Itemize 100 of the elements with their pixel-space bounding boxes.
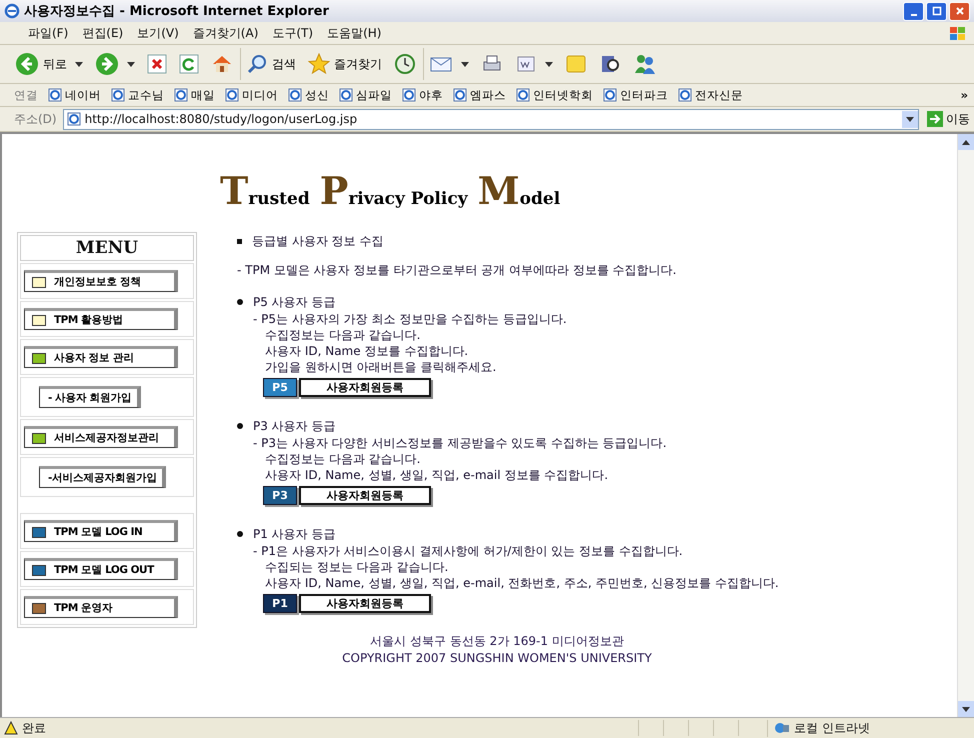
menu-button[interactable]: - 사용자 회원가입 (39, 386, 141, 408)
grade-title: P1 사용자 등급 (253, 526, 336, 542)
link-button[interactable]: 성신 (288, 88, 329, 102)
link-button[interactable]: 미디어 (225, 88, 278, 102)
description-text: 수집정보는 다음과 같습니다. (264, 451, 422, 467)
page-icon (678, 88, 692, 102)
intro-text: - TPM 모델은 사용자 정보를 타기관으로부터 공개 여부에따라 정보를 수집합니다. (237, 262, 678, 279)
status-text: 완료 (22, 720, 46, 736)
close-icon (954, 6, 964, 16)
menu-button[interactable]: 개인정보보호 정책 (24, 270, 178, 292)
caret-icon (127, 62, 135, 66)
grade-badge: P5 (263, 378, 297, 397)
search-icon (246, 53, 268, 75)
windows-logo-icon (948, 25, 968, 41)
favorites-button[interactable]: 즐겨찾기 (303, 48, 387, 80)
security-zone: 로컬 인트라넷 (794, 720, 870, 736)
page-icon (225, 88, 239, 102)
down-arrow-icon[interactable] (962, 706, 970, 712)
description-text: 수집정보는 다음과 같습니다. (264, 327, 422, 343)
page-icon (288, 88, 302, 102)
description-text: - P1은 사용자가 서비스이용시 결제사항에 허가/제한이 있는 정보를 수집합니다. (253, 543, 684, 559)
menu-button[interactable]: TPM 활용방법 (24, 308, 178, 330)
link-button[interactable]: 인터파크 (603, 88, 668, 102)
grade-title: P3 사용자 등급 (253, 418, 336, 434)
page-icon (48, 88, 62, 102)
menu-title: MENU (20, 235, 194, 261)
link-button[interactable]: 매일 (174, 88, 215, 102)
house-icon (211, 53, 233, 75)
menu-button[interactable]: 서비스제공자정보관리 (24, 426, 178, 448)
grade-badge: P1 (263, 594, 297, 613)
bullet-icon (237, 423, 243, 429)
menu-item[interactable]: 도움말(H) (327, 24, 382, 42)
menu-button[interactable]: -서비스제공자회원가입 (39, 466, 166, 488)
description-text: 수집되는 정보는 다음과 같습니다. (264, 559, 450, 575)
search-button[interactable]: 검색 (240, 48, 301, 80)
menu-item[interactable]: 편집(E) (82, 24, 124, 42)
footer-address: 서울시 성북구 동선동 2가 169-1 미디어정보관 (369, 633, 625, 650)
grade-badge: P3 (263, 486, 297, 505)
star-icon (308, 53, 330, 75)
clock-icon (394, 53, 416, 75)
bullet-icon (237, 299, 243, 305)
grade-title: P5 사용자 등급 (253, 294, 336, 310)
caret-icon (545, 62, 553, 66)
link-button[interactable]: 교수님 (111, 88, 164, 102)
copyright-text: COPYRIGHT 2007 SUNGSHIN WOMEN'S UNIVERSITY (341, 650, 653, 667)
maximize-icon (932, 6, 942, 16)
caret-icon (461, 62, 469, 66)
page-icon (603, 88, 617, 102)
section-heading: 등급별 사용자 정보 수집 (252, 232, 384, 250)
minimize-button[interactable] (903, 2, 924, 20)
menu-button[interactable]: TPM 모델 LOG OUT (24, 558, 178, 580)
more-links-button[interactable]: » (960, 88, 968, 102)
register-button[interactable]: 사용자회원등록 (299, 486, 431, 505)
link-button[interactable]: 심파일 (339, 88, 392, 102)
menu-button[interactable]: TPM 운영자 (24, 596, 178, 618)
right-arrow-icon (927, 111, 943, 127)
page-icon (66, 112, 81, 126)
description-text: 사용자 ID, Name, 성별, 생일, 직업, e-mail, 전화번호, 주소, 주민번호, 신용정보를 수집합니다. (264, 575, 779, 591)
maximize-button[interactable] (926, 2, 947, 20)
menu-item[interactable]: 즐겨찾기(A) (192, 24, 258, 42)
page-icon (516, 88, 530, 102)
description-text: - P3는 사용자 다양한 서비스정보를 제공받을수 있도록 수집하는 등급입니다. (253, 435, 668, 451)
register-button[interactable]: 사용자회원등록 (299, 378, 431, 397)
dropdown-button[interactable] (902, 110, 918, 128)
scrollbar[interactable] (957, 134, 974, 717)
description-text: 가입을 원하시면 아래버튼을 클릭해주세요. (264, 359, 498, 375)
note-icon (565, 53, 587, 75)
up-arrow-icon[interactable] (962, 140, 970, 144)
browser-icon (4, 3, 20, 19)
page-icon (453, 88, 467, 102)
address-field[interactable]: http://localhost:8080/study/logon/userLog.jsp (62, 108, 919, 130)
page-icon (402, 88, 416, 102)
links-label: 연결 (14, 88, 38, 102)
page-icon (339, 88, 353, 102)
bullet-icon (237, 531, 243, 537)
page-logo: Trusted Privacy Policy Model (220, 172, 560, 210)
minimize-icon (910, 14, 916, 16)
address-label: 주소(D) (14, 110, 57, 128)
link-button[interactable]: 야후 (402, 88, 443, 102)
menu-item[interactable]: 도구(T) (272, 24, 314, 42)
caret-icon (75, 62, 83, 66)
network-icon (774, 721, 790, 735)
caret-icon (906, 116, 914, 122)
close-button[interactable] (949, 2, 970, 20)
menu-item[interactable]: 파일(F) (28, 24, 68, 42)
link-button[interactable]: 인터넷학회 (516, 88, 593, 102)
back-button[interactable]: 뒤로 (10, 48, 88, 80)
link-button[interactable]: 전자신문 (678, 88, 743, 102)
stop-icon (147, 54, 167, 74)
description-text: 사용자 ID, Name, 성별, 생일, 직업, e-mail 정보를 수집합니다. (264, 467, 610, 483)
link-button[interactable]: 엠파스 (453, 88, 506, 102)
go-button[interactable]: 이동 (925, 110, 974, 128)
menu-button[interactable]: 사용자 정보 관리 (24, 346, 178, 368)
description-text: 사용자 ID, Name 정보를 수집합니다. (264, 343, 470, 359)
people-icon (633, 53, 657, 75)
link-button[interactable]: 네이버 (48, 88, 101, 102)
register-button[interactable]: 사용자회원등록 (299, 594, 431, 613)
menu-item[interactable]: 보기(V) (137, 24, 179, 42)
menu-button[interactable]: TPM 모델 LOG IN (24, 520, 178, 542)
page-icon (111, 88, 125, 102)
